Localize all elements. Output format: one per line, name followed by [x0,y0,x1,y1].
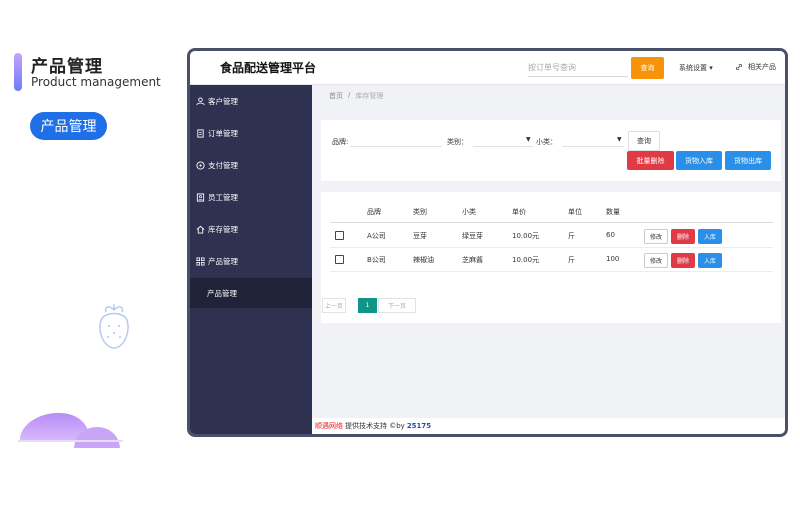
sidebar-item-customers[interactable]: 客户管理 [190,86,312,116]
decorative-hills [18,412,123,448]
sidebar-item-orders[interactable]: 订单管理 [190,118,312,148]
main-content: 首页 / 库存管理 品牌: 类别： ▼ 小类： ▼ 查询 批量删除 货物入库 货… [312,85,785,434]
hero-title: 产品管理 [31,57,103,77]
footer: 顺遇网络 提供技术支持 ©by 25175 [312,418,785,434]
sidebar-item-label: 支付管理 [208,160,238,170]
badge-icon [196,192,205,202]
caret-down-icon: ▼ [617,136,622,143]
cell-quantity: 60 [606,231,615,239]
breadcrumb-home[interactable]: 首页 [329,91,343,101]
app-window: 食品配送管理平台 查询 系统设置 ▾ 相关产品 客户管理 订单管理 [187,48,788,437]
system-settings-menu[interactable]: 系统设置 ▾ [679,63,713,73]
order-search-input[interactable] [528,59,628,77]
row-checkbox[interactable] [335,255,344,264]
related-products-link[interactable]: 相关产品 [735,62,776,72]
cell-subcategory: 芝麻酱 [462,256,483,264]
column-header: 类别 [413,208,427,216]
batch-delete-button[interactable]: 批量删除 [627,151,674,170]
brand-input[interactable] [350,146,442,147]
stock-out-button[interactable]: 货物出库 [725,151,771,170]
stock-in-button[interactable]: 货物入库 [676,151,722,170]
prev-page-button[interactable]: 上一页 [322,298,346,313]
page-1-button[interactable]: 1 [358,298,377,313]
footer-brand: 顺遇网络 [315,422,343,430]
cell-category: 辣椒油 [413,256,434,264]
column-header: 数量 [606,208,620,216]
stock-in-row-button[interactable]: 入库 [698,229,722,244]
row-checkbox[interactable] [335,231,344,240]
breadcrumb: 首页 / 库存管理 [329,91,383,101]
sidebar-subitem-label: 产品管理 [207,288,237,298]
cell-unit: 斤 [568,232,575,240]
column-header: 小类 [462,208,476,216]
grid-icon [196,256,205,266]
top-bar: 食品配送管理平台 查询 系统设置 ▾ 相关产品 [190,51,785,85]
sidebar-item-label: 员工管理 [208,192,238,202]
delete-button[interactable]: 删除 [671,253,695,268]
user-icon [196,96,205,105]
product-table: 品牌 类别 小类 单价 单位 数量 A公司 豆芽 绿豆芽 10.00元 斤 60… [321,192,781,323]
system-settings-label: 系统设置 [679,64,707,72]
sidebar: 客户管理 订单管理 支付管理 员工管理 库存管理 产品管理 产品管理 [190,85,312,434]
category-select[interactable] [473,146,533,147]
header-divider [330,222,773,223]
hero-subtitle: Product management [31,75,161,89]
edit-button[interactable]: 修改 [644,229,668,244]
document-icon [197,128,204,138]
cell-price: 10.00元 [512,232,540,240]
category-label: 类别： [447,138,468,146]
cell-price: 10.00元 [512,256,540,264]
caret-down-icon: ▾ [709,64,713,72]
sidebar-item-label: 客户管理 [208,96,238,106]
sidebar-item-label: 库存管理 [208,224,238,234]
sidebar-subitem-products[interactable]: 产品管理 [190,278,312,308]
cell-brand: A公司 [367,232,386,240]
subcategory-select[interactable] [562,146,624,147]
sidebar-item-products[interactable]: 产品管理 [190,246,312,276]
app-title: 食品配送管理平台 [220,61,317,75]
cell-brand: B公司 [367,256,386,264]
sidebar-item-label: 产品管理 [208,256,238,266]
page: 产品管理 Product management 产品管理 食品配送管理平台 查询… [0,0,800,515]
column-header: 单价 [512,208,526,216]
search-button[interactable]: 查询 [631,57,664,79]
sidebar-item-payments[interactable]: 支付管理 [190,150,312,180]
cell-subcategory: 绿豆芽 [462,232,483,240]
next-page-button[interactable]: 下一页 [378,298,416,313]
filter-panel: 品牌: 类别： ▼ 小类： ▼ 查询 批量删除 货物入库 货物出库 [321,120,781,181]
footer-number: 25175 [406,422,432,430]
sidebar-item-label: 订单管理 [208,128,238,138]
strawberry-icon [99,304,129,349]
footer-text: 提供技术支持 ©by [345,422,405,430]
cell-unit: 斤 [568,256,575,264]
column-header: 品牌 [367,208,381,216]
subcategory-label: 小类： [536,138,557,146]
accent-bar [14,53,22,91]
sidebar-item-staff[interactable]: 员工管理 [190,182,312,212]
cell-quantity: 100 [606,255,620,263]
brand-label: 品牌: [332,138,349,146]
row-divider [330,271,773,272]
compass-icon [196,160,205,170]
link-icon [736,64,742,70]
caret-down-icon: ▼ [526,136,531,143]
cell-category: 豆芽 [413,232,427,240]
hero-pill: 产品管理 [30,112,107,140]
sidebar-item-inventory[interactable]: 库存管理 [190,214,312,244]
breadcrumb-current: 库存管理 [355,92,384,100]
row-divider [330,247,773,248]
filter-query-button[interactable]: 查询 [628,131,660,151]
delete-button[interactable]: 删除 [671,229,695,244]
home-icon [196,225,205,234]
stock-in-row-button[interactable]: 入库 [698,253,722,268]
related-products-label: 相关产品 [748,63,776,71]
edit-button[interactable]: 修改 [644,253,668,268]
column-header: 单位 [568,208,582,216]
breadcrumb-separator: / [348,91,351,99]
